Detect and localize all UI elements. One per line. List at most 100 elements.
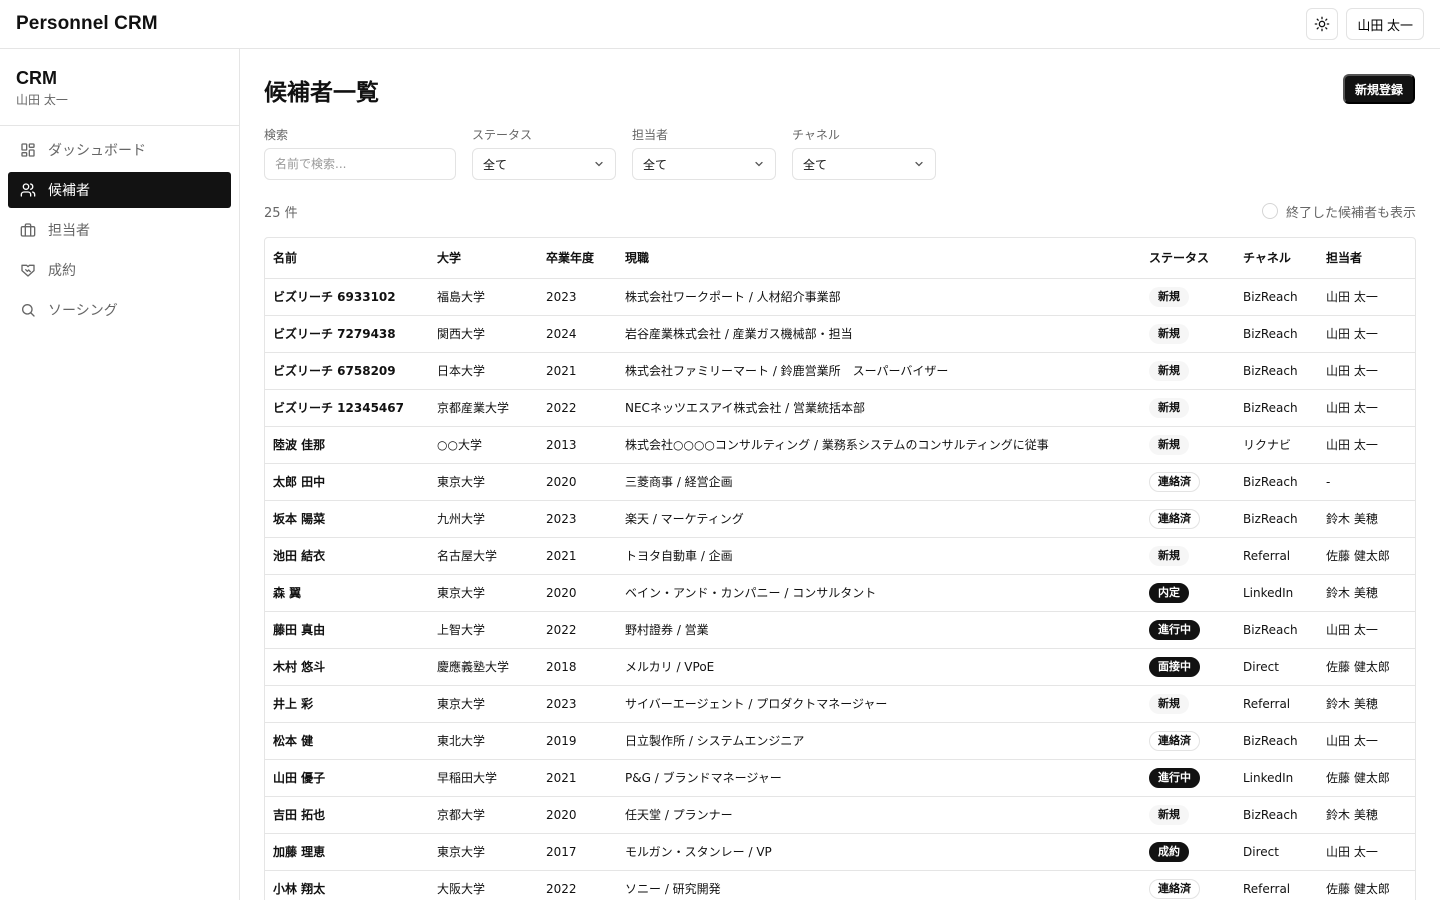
show-closed-label: 終了した候補者も表示	[1285, 205, 1416, 221]
candidate-university: 福島大学	[429, 278, 538, 316]
candidate-channel: BizReach	[1235, 389, 1318, 427]
column-header-name[interactable]: 名前	[265, 238, 429, 279]
candidate-name: 森 翼	[265, 574, 429, 612]
candidate-owner: 鈴木 美穂	[1318, 500, 1415, 538]
chevron-down-icon	[915, 161, 923, 167]
candidate-channel: BizReach	[1235, 463, 1318, 501]
candidate-name: 井上 彩	[265, 685, 429, 723]
table-row[interactable]: 吉田 拓也 京都大学 2020 任天堂 / プランナー 新規 BizReach 鈴木 美穂	[265, 796, 1415, 834]
chevron-down-icon	[755, 161, 763, 167]
sidebar-item-dashboard[interactable]: ダッシュボード	[8, 132, 231, 168]
sidebar: CRM 山田 太一 ダッシュボード 候補者 担当者 成約 ソーシング	[0, 49, 240, 900]
candidate-graduation-year: 2022	[538, 611, 617, 649]
status-badge: 進行中	[1149, 619, 1200, 640]
candidate-owner: 山田 太一	[1318, 426, 1415, 464]
candidate-university: 京都産業大学	[429, 389, 538, 427]
candidate-current-job: ソニー / 研究開発	[617, 870, 1141, 900]
status-select[interactable]: 全て	[472, 148, 616, 180]
table-row[interactable]: 松本 健東北大学 2019 日立製作所 / システムエンジニア 連絡済 BizReach…	[265, 722, 1415, 760]
show-closed-toggle[interactable]: 終了した候補者も表示	[1261, 202, 1416, 221]
candidate-status: 進行中	[1141, 611, 1235, 649]
table-row[interactable]: 小林 翔太 大阪大学 2022 ソニー / 研究開発 連絡済 Referral 佐藤 健太郎	[265, 870, 1415, 900]
candidate-current-job: メルカリ / VPoE	[617, 648, 1141, 686]
new-candidate-button[interactable]: 新規登録	[1342, 74, 1415, 104]
candidate-name: 木村 悠斗	[265, 648, 429, 686]
owner-select[interactable]: 全て	[632, 148, 776, 180]
candidate-status: 新規	[1141, 537, 1235, 575]
candidate-channel: Referral	[1235, 537, 1318, 575]
table-row[interactable]: 加藤 理恵 東京大学 2017 モルガン・スタンレー / VP 成約 Direct 山田 太…	[265, 833, 1415, 871]
filter-bar: 検索 ステータス 全て 担当者 全て チャネル 全て	[264, 125, 1416, 180]
candidate-channel: BizReach	[1235, 315, 1318, 353]
candidate-status: 新規	[1141, 685, 1235, 723]
search-filter: 検索	[264, 125, 456, 180]
candidate-status: 新規	[1141, 352, 1235, 390]
sidebar-item-candidates[interactable]: 候補者	[8, 172, 231, 208]
candidate-university: 関西大学	[429, 315, 538, 353]
candidate-university: 早稲田大学	[429, 759, 538, 797]
candidate-graduation-year: 2017	[538, 833, 617, 871]
candidate-name: 吉田 拓也	[265, 796, 429, 834]
table-row[interactable]: 藤田 真由 上智大学 2022 野村證券 / 営業 進行中 BizReach 山田 太一	[265, 611, 1415, 649]
candidate-university: 九州大学	[429, 500, 538, 538]
column-header-job[interactable]: 現職	[617, 238, 1141, 279]
dashboard-icon	[21, 143, 35, 157]
candidate-university: 東京大学	[429, 685, 538, 723]
table-row[interactable]: 陸波 佳那 ○○大学 2013 株式会社○○○○コンサルティング / 業務系システムの…	[265, 426, 1415, 464]
candidate-owner: 山田 太一	[1318, 722, 1415, 760]
topbar-actions: 山田 太一	[1306, 8, 1424, 40]
table-row[interactable]: 坂本 陽菜 九州大学 2023 楽天 / マーケティング 連絡済 BizReach 鈴木 美…	[265, 500, 1415, 538]
candidate-channel: BizReach	[1235, 278, 1318, 316]
status-badge: 成約	[1149, 841, 1189, 862]
column-header-owner[interactable]: 担当者	[1318, 238, 1415, 279]
sidebar-header: CRM 山田 太一	[0, 49, 239, 126]
theme-toggle-button[interactable]	[1306, 8, 1339, 40]
candidate-status: 連絡済	[1141, 722, 1235, 760]
candidate-status: 面接中	[1141, 648, 1235, 686]
column-header-status[interactable]: ステータス	[1141, 238, 1235, 279]
candidate-channel: BizReach	[1235, 796, 1318, 834]
page-title: 候補者一覧	[264, 80, 379, 106]
result-count: 25 件	[264, 205, 298, 221]
search-input[interactable]	[264, 148, 456, 180]
candidate-graduation-year: 2022	[538, 870, 617, 900]
sidebar-item-deals[interactable]: 成約	[8, 252, 231, 288]
candidate-current-job: ベイン・アンド・カンパニー / コンサルタント	[617, 574, 1141, 612]
candidate-status: 新規	[1141, 426, 1235, 464]
candidate-university: 慶應義塾大学	[429, 648, 538, 686]
sidebar-item-sourcing[interactable]: ソーシング	[8, 292, 231, 328]
channel-select[interactable]: 全て	[792, 148, 936, 180]
table-row[interactable]: 池田 結衣 名古屋大学 2021 トヨタ自動車 / 企画 新規 Referral 佐藤 健太…	[265, 537, 1415, 575]
list-meta: 25 件 終了した候補者も表示	[264, 196, 1416, 226]
candidate-owner: -	[1318, 463, 1415, 501]
channel-label: チャネル	[792, 128, 840, 142]
user-menu-button[interactable]: 山田 太一	[1346, 8, 1424, 40]
table-row[interactable]: 木村 悠斗 慶應義塾大学 2018 メルカリ / VPoE 面接中 Direct 佐藤 健太…	[265, 648, 1415, 686]
column-header-channel[interactable]: チャネル	[1235, 238, 1318, 279]
show-closed-radio[interactable]	[1261, 203, 1278, 219]
candidate-status: 内定	[1141, 574, 1235, 612]
column-header-university[interactable]: 大学	[429, 238, 538, 279]
table-header-row: 名前 大学 卒業年度 現職 ステータス チャネル 担当者	[265, 238, 1415, 279]
candidate-name: 陸波 佳那	[265, 426, 429, 464]
candidate-current-job: 野村證券 / 営業	[617, 611, 1141, 649]
table-row[interactable]: 井上 彩東京大学 2023 サイバーエージェント / プロダクトマネージャー 新規 Re…	[265, 685, 1415, 723]
table-row[interactable]: ビズリーチ 12345467 京都産業大学 2022 NECネッツエスアイ株式会社 /…	[265, 389, 1415, 427]
table-row[interactable]: 山田 優子 早稲田大学 2021 P&G / ブランドマネージャー 進行中 LinkedI…	[265, 759, 1415, 797]
owner-label: 担当者	[632, 128, 669, 142]
table-row[interactable]: ビズリーチ 6933102 福島大学 2023 株式会社ワークポート / 人材紹介事業…	[265, 278, 1415, 316]
table-row[interactable]: ビズリーチ 7279438 関西大学 2024 岩谷産業株式会社 / 産業ガス機械部・…	[265, 315, 1415, 353]
column-header-year[interactable]: 卒業年度	[538, 238, 617, 279]
status-badge: 連絡済	[1149, 471, 1200, 492]
status-badge: 連絡済	[1149, 878, 1200, 899]
channel-select-value: 全て	[803, 157, 828, 172]
table-row[interactable]: 森 翼東京大学 2020 ベイン・アンド・カンパニー / コンサルタント 内定 Link…	[265, 574, 1415, 612]
sidebar-item-owners[interactable]: 担当者	[8, 212, 231, 248]
candidate-current-job: NECネッツエスアイ株式会社 / 営業統括本部	[617, 389, 1141, 427]
status-badge: 連絡済	[1149, 730, 1200, 751]
candidate-owner: 鈴木 美穂	[1318, 796, 1415, 834]
table-row[interactable]: 太郎 田中 東京大学 2020 三菱商事 / 経営企画 連絡済 BizReach -	[265, 463, 1415, 501]
candidate-owner: 山田 太一	[1318, 389, 1415, 427]
table-row[interactable]: ビズリーチ 6758209 日本大学 2021 株式会社ファミリーマート / 鈴鹿営業…	[265, 352, 1415, 390]
candidate-current-job: サイバーエージェント / プロダクトマネージャー	[617, 685, 1141, 723]
